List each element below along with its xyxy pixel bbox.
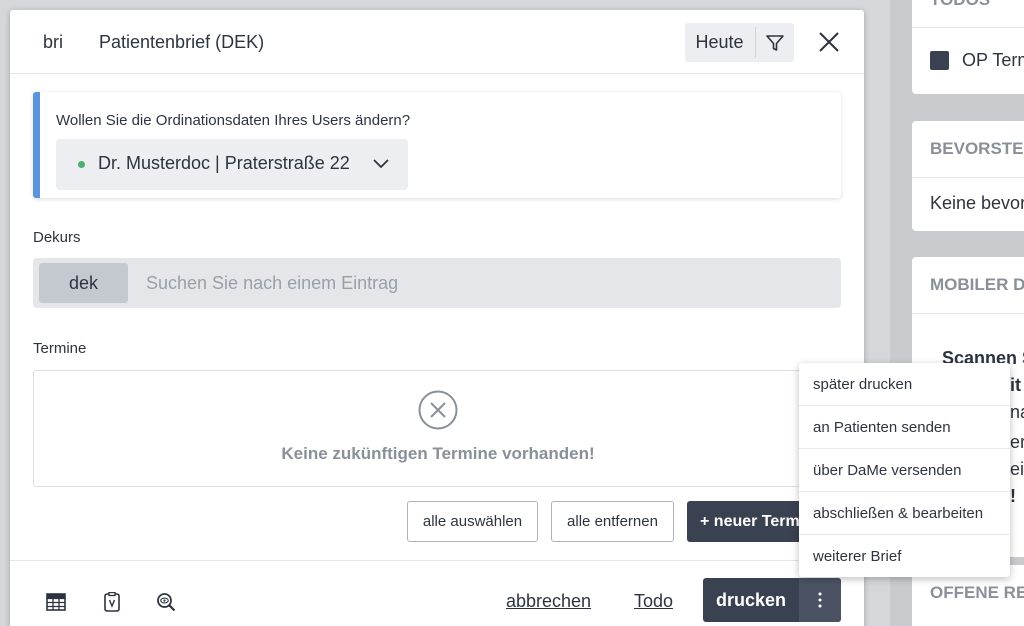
menu-item-send-dame[interactable]: über DaMe versenden (799, 449, 1010, 492)
zoom-eye-icon (157, 593, 176, 612)
preview-button[interactable] (155, 591, 177, 613)
close-button[interactable] (815, 28, 843, 56)
todo-item[interactable]: OP Term (944, 50, 1024, 71)
divider (912, 177, 1024, 178)
mobile-text-line: eir (1010, 459, 1024, 479)
print-more-button[interactable] (799, 578, 841, 622)
mobile-text-line: na (1010, 402, 1024, 422)
todos-card: TODOS OP Term (912, 0, 1024, 94)
menu-item-another-letter[interactable]: weiterer Brief (799, 535, 1010, 578)
divider (912, 313, 1024, 314)
cancel-link[interactable]: abbrechen (506, 591, 591, 612)
mobile-text-line: it (1010, 375, 1021, 395)
mobile-header: MOBILER D (930, 275, 1024, 294)
dialog-title: Patientenbrief (DEK) (99, 32, 265, 52)
status-dot (78, 161, 85, 168)
upcoming-header: BEVORSTE (930, 139, 1024, 158)
dekurs-search-input[interactable] (138, 263, 828, 303)
new-appointment-button[interactable]: + neuer Termin (687, 501, 817, 542)
upcoming-text: Keine bevor (930, 193, 1024, 213)
doctor-select-value: Dr. Musterdoc | Praterstraße 22 (98, 153, 350, 173)
dekurs-label: Dekurs (33, 229, 81, 246)
document-v-button[interactable] (101, 591, 123, 613)
remove-all-button[interactable]: alle entfernen (551, 501, 674, 542)
print-button-group: drucken (703, 578, 841, 622)
doctor-select[interactable]: Dr. Musterdoc | Praterstraße 22 (56, 139, 408, 190)
document-v-icon (104, 592, 120, 612)
mobile-text-line: ! (1010, 486, 1016, 506)
print-button[interactable]: drucken (703, 578, 799, 622)
select-all-button[interactable]: alle auswählen (407, 501, 538, 542)
todos-header: TODOS (912, 0, 1008, 18)
open-header: OFFENE RE (930, 583, 1024, 602)
letter-short-code: bri (43, 32, 64, 52)
table-icon (46, 593, 66, 611)
empty-message: Keine zukünftigen Termine vorhanden! (281, 444, 595, 463)
upcoming-card: BEVORSTE Keine bevor (912, 121, 1024, 231)
today-filter-group: Heute (685, 23, 794, 62)
menu-item-print-later[interactable]: später drucken (799, 363, 1010, 406)
more-vertical-icon (818, 592, 822, 608)
todo-link[interactable]: Todo (634, 591, 673, 612)
alert-question: Wollen Sie die Ordinationsdaten Ihres Us… (56, 112, 411, 129)
chevron-down-icon (373, 159, 389, 169)
divider (912, 27, 1024, 28)
patient-letter-dialog: bri Patientenbrief (DEK) Heute Wollen Si… (10, 10, 864, 626)
mobile-text-line: er (1010, 432, 1024, 452)
dialog-footer: abbrechen Todo drucken (10, 560, 864, 626)
termine-label: Termine (33, 340, 87, 357)
close-icon (819, 32, 839, 52)
menu-item-finish-edit[interactable]: abschließen & bearbeiten (799, 492, 1010, 535)
table-button[interactable] (45, 591, 67, 613)
dekurs-search: dek (33, 258, 841, 308)
today-button[interactable]: Heute (685, 23, 754, 62)
menu-item-send-to-patient[interactable]: an Patienten senden (799, 406, 1010, 449)
dekurs-tag[interactable]: dek (39, 263, 128, 303)
filter-icon (766, 34, 784, 51)
appointments-empty-state: Keine zukünftigen Termine vorhanden! (33, 370, 841, 487)
dialog-header: bri Patientenbrief (DEK) Heute (10, 10, 864, 74)
filter-button[interactable] (756, 23, 794, 62)
circle-x-icon (418, 390, 458, 430)
print-options-menu: später drucken an Patienten senden über … (799, 363, 1010, 577)
ordination-alert: Wollen Sie die Ordinationsdaten Ihres Us… (33, 92, 841, 198)
